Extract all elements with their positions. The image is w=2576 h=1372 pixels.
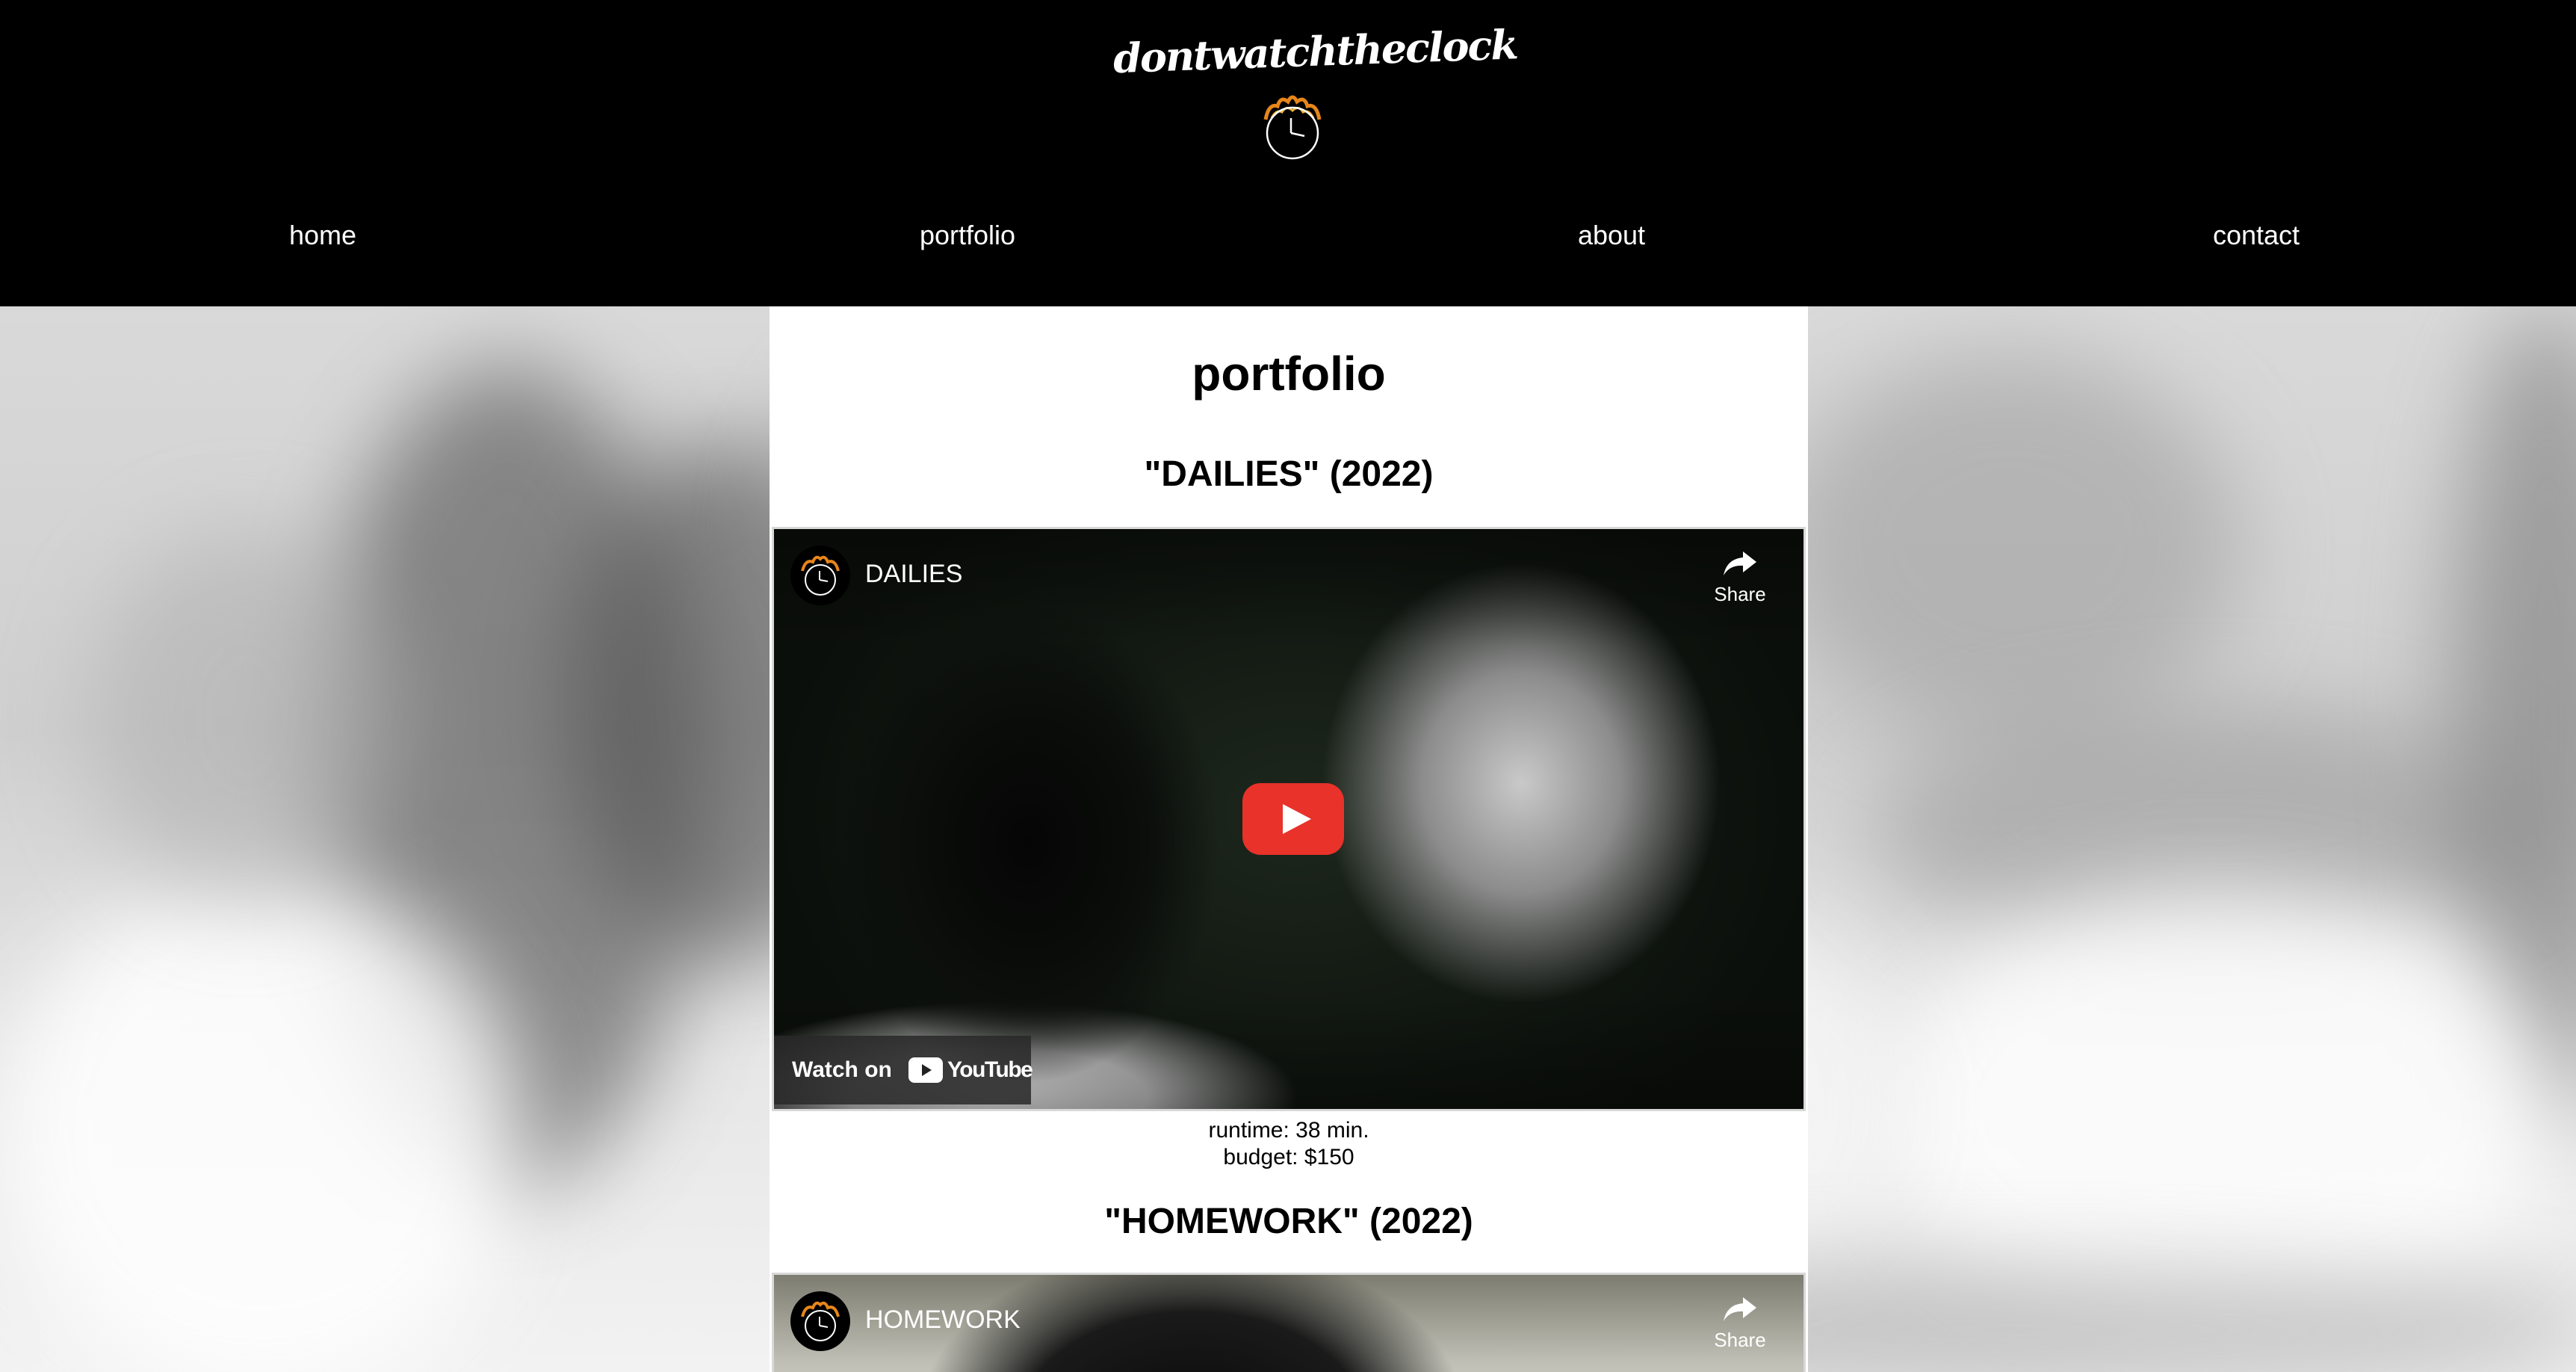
page-title: portfolio [1192, 347, 1386, 401]
share-button[interactable]: Share [1706, 549, 1774, 623]
main-content: portfolio "DAILIES" (2022) DAILIES Share [770, 306, 1808, 1372]
play-button[interactable] [1242, 783, 1344, 855]
video-embed-dailies[interactable]: DAILIES Share Watch on YouTube [772, 527, 1806, 1111]
flaming-clock-icon[interactable] [1255, 90, 1330, 164]
nav-contact[interactable]: contact [2107, 209, 2406, 262]
channel-avatar[interactable] [790, 546, 850, 605]
video-title[interactable]: DAILIES [865, 551, 962, 596]
site-brand[interactable]: dontwatchtheclock [1112, 16, 1518, 88]
film-title-homework: "HOMEWORK" (2022) [1104, 1202, 1473, 1241]
runtime-text: runtime: 38 min. [1208, 1118, 1369, 1143]
film-meta-dailies: runtime: 38 min. budget: $150 [770, 1117, 1808, 1171]
youtube-logo-icon: YouTube [908, 1055, 1033, 1085]
budget-text: budget: $150 [1223, 1145, 1354, 1169]
share-label: Share [1714, 583, 1766, 605]
channel-avatar[interactable] [790, 1291, 850, 1351]
share-arrow-icon [1724, 1297, 1756, 1321]
nav-portfolio[interactable]: portfolio [818, 209, 1117, 262]
video-embed-homework[interactable]: HOMEWORK Share [772, 1273, 1806, 1372]
youtube-wordmark: YouTube [947, 1057, 1033, 1082]
film-title-dailies: "DAILIES" (2022) [1144, 454, 1434, 494]
nav-home[interactable]: home [173, 209, 472, 262]
share-button[interactable]: Share [1706, 1294, 1774, 1369]
play-icon [1242, 783, 1344, 855]
main-nav: home portfolio about contact [0, 209, 2576, 262]
watch-on-youtube-button[interactable]: Watch on YouTube [774, 1036, 1033, 1104]
share-arrow-icon [1724, 551, 1756, 575]
watch-on-label: Watch on [792, 1057, 892, 1082]
video-title[interactable]: HOMEWORK [865, 1297, 1021, 1342]
nav-about[interactable]: about [1462, 209, 1761, 262]
share-label: Share [1714, 1329, 1766, 1351]
site-header: dontwatchtheclock home portfolio about c… [0, 0, 2576, 306]
